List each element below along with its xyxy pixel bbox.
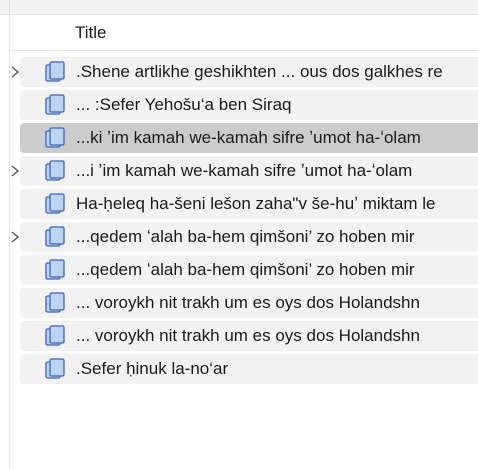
chevron-right-icon[interactable]	[8, 230, 22, 244]
document-stack-icon	[45, 127, 65, 148]
list-item-title: ...qedem ʻalah ba-hem qimšoni’ zo hoben …	[76, 227, 415, 246]
list-item[interactable]: ... voroykh nit trakh um es oys dos Hola…	[20, 288, 478, 318]
list-item-title: ... voroykh nit trakh um es oys dos Hola…	[76, 326, 420, 345]
title-column-header[interactable]: Title	[75, 23, 107, 43]
document-stack-icon	[45, 226, 65, 247]
list-item-title: ...i ʼim kamah we-kamah sifre ʼumot ha-ʻ…	[76, 161, 413, 180]
document-stack-icon	[45, 358, 65, 379]
list-item[interactable]: .Shene artlikhe geshikhten ... ous dos g…	[11, 57, 478, 87]
list-item-title: .Sefer ḥinuk la-no‘ar	[76, 359, 229, 378]
list-item-title: .Shene artlikhe geshikhten ... ous dos g…	[76, 62, 443, 81]
column-header[interactable]: Title	[10, 15, 478, 51]
list-item[interactable]: ...qedem ʻalah ba-hem qimšoni’ zo hoben …	[20, 255, 478, 285]
chevron-right-icon[interactable]	[8, 65, 22, 79]
list-item[interactable]: ... voroykh nit trakh um es oys dos Hola…	[20, 321, 478, 351]
chevron-right-icon[interactable]	[8, 164, 22, 178]
list-item[interactable]: Ha-ḥeleq ha-šeni lešon zaha"v še-huʼ mik…	[20, 189, 478, 219]
document-stack-icon	[45, 259, 65, 280]
list-item-title: ...qedem ʻalah ba-hem qimšoni’ zo hoben …	[76, 260, 415, 279]
list-item[interactable]: ...qedem ʻalah ba-hem qimšoni’ zo hoben …	[11, 222, 478, 252]
document-stack-icon	[45, 193, 65, 214]
document-stack-icon	[45, 292, 65, 313]
list-item-title: ...ki ʼim kamah we-kamah sifre ʼumot ha-…	[76, 128, 421, 147]
document-stack-icon	[45, 325, 65, 346]
list-item[interactable]: ...ki ʼim kamah we-kamah sifre ʼumot ha-…	[20, 123, 478, 153]
document-stack-icon	[45, 160, 65, 181]
document-stack-icon	[45, 61, 65, 82]
top-toolbar-strip	[0, 0, 478, 15]
list-item-title: Ha-ḥeleq ha-šeni lešon zaha"v še-huʼ mik…	[76, 194, 436, 213]
list-item-title: ... :Sefer Yehošu‘a ben Siraq	[76, 95, 292, 114]
list-item-title: ... voroykh nit trakh um es oys dos Hola…	[76, 293, 420, 312]
list-item[interactable]: .Sefer ḥinuk la-no‘ar	[20, 354, 478, 384]
list-item[interactable]: ...i ʼim kamah we-kamah sifre ʼumot ha-ʻ…	[11, 156, 478, 186]
list-item[interactable]: ... :Sefer Yehošu‘a ben Siraq	[20, 90, 478, 120]
item-list-pane: Title .Shene artlikhe geshikhten ... ous…	[0, 0, 478, 469]
document-stack-icon	[45, 94, 65, 115]
